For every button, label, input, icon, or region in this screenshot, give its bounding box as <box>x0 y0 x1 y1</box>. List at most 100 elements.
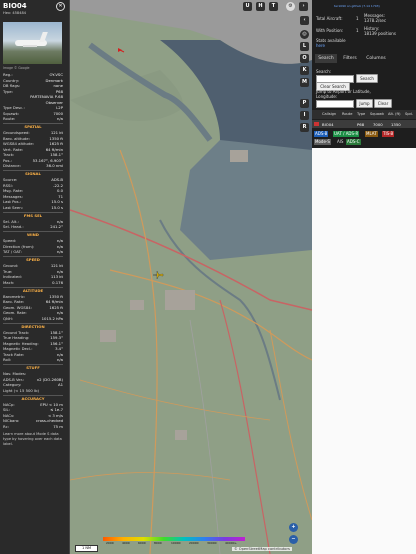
detail-value: 0.176 <box>52 279 63 285</box>
tab-search[interactable]: Search <box>315 54 337 63</box>
detail-row: Last Seen: 15.0 s <box>3 205 63 211</box>
map-attribution[interactable]: © OpenStreetMap contributors <box>232 547 292 551</box>
column-speed[interactable]: Spd. <box>405 112 413 116</box>
total-aircraft-value: 1 <box>356 16 359 21</box>
flag-icon <box>314 122 319 126</box>
map-canvas[interactable] <box>70 0 312 554</box>
selected-aircraft-marker[interactable] <box>152 270 164 280</box>
map-scale: 1 NM <box>75 545 98 552</box>
legend-uat: UAT / ADS-R <box>333 131 360 137</box>
legend-ais: AIS <box>337 139 344 144</box>
map-button-i[interactable]: I <box>300 111 309 120</box>
section-spatial[interactable]: SPATIAL <box>3 123 63 130</box>
map-button-t[interactable]: T <box>269 2 278 11</box>
column-squawk[interactable]: Squawk <box>370 112 384 116</box>
map-button-m[interactable]: M <box>300 78 309 87</box>
messages-value: 1378.2/sec <box>364 18 387 23</box>
map-button-k[interactable]: K <box>300 66 309 75</box>
version-link[interactable]: tar1090 on github (7.14 1703) <box>334 4 380 9</box>
section-speed[interactable]: SPEED <box>3 256 63 263</box>
search-button[interactable]: Search <box>356 74 378 83</box>
close-icon[interactable]: ✕ <box>56 2 65 11</box>
detail-label: QNH: <box>3 315 13 321</box>
map-button-u[interactable]: U <box>243 2 252 11</box>
toggle-sidebar-icon[interactable]: › <box>299 2 308 11</box>
colorbar-label: 10000 <box>171 541 181 545</box>
column-type[interactable]: Type <box>357 112 365 116</box>
colorbar-label: 30000 <box>207 541 217 545</box>
detail-label: Last Seen: <box>3 204 23 210</box>
jump-button[interactable]: Jump <box>356 99 373 108</box>
colorbar-label: 40000+ <box>225 541 238 545</box>
detail-label: Light (< 15 500 lb) <box>3 387 39 393</box>
row-squawk: 7000 <box>373 122 383 127</box>
stats-link[interactable]: here <box>316 43 325 48</box>
clear-button[interactable]: Clear <box>374 99 392 108</box>
detail-row: Sel. Head.: 241.2° <box>3 224 63 230</box>
colorbar-label: 8000 <box>154 541 162 545</box>
detail-value: 15.0 s <box>51 204 63 210</box>
detail-row: Mach: 0.176 <box>3 280 63 286</box>
column-route[interactable]: Route <box>342 112 352 116</box>
column-altitude[interactable]: Alt. (ft) <box>388 112 401 116</box>
detail-row: Distance: 36.0 nmi <box>3 163 63 169</box>
legend-mlat: MLAT <box>365 131 378 137</box>
tab-columns[interactable]: Columns <box>363 54 389 63</box>
column-callsign[interactable]: Callsign <box>322 112 336 116</box>
legend-modes: Mode-S <box>314 139 331 145</box>
with-position-label: With Position: <box>316 28 344 33</box>
detail-row: Light (< 15 500 lb) <box>3 388 63 394</box>
row-altitude: 1350 <box>391 122 401 127</box>
with-position-value: 1 <box>356 28 359 33</box>
section-direction[interactable]: DIRECTION <box>3 322 63 330</box>
legend-tisb: TIS-B <box>382 131 395 137</box>
image-credit: Image © Google <box>3 66 30 70</box>
aircraft-list-panel: tar1090 on github (7.14 1703) Total Airc… <box>312 0 416 554</box>
total-aircraft-label: Total Aircraft: <box>316 16 343 21</box>
airplane-icon <box>152 270 164 280</box>
section-stuff[interactable]: STUFF <box>3 364 63 371</box>
map-button-p[interactable]: P <box>300 99 309 108</box>
detail-row: TAT / OAT: n/a <box>3 249 63 255</box>
detail-value: 241.2° <box>50 224 63 229</box>
search-label: Search: <box>316 69 332 74</box>
colorbar-label: 4000 <box>122 541 130 545</box>
zoom-in-button[interactable]: + <box>289 523 298 532</box>
detail-label: Route: <box>3 116 16 121</box>
detail-row: QNH: 1015.2 hPa <box>3 316 63 322</box>
section-altitude[interactable]: ALTITUDE <box>3 286 63 294</box>
colorbar-label: 2000 <box>106 541 114 545</box>
map-button-o[interactable]: O <box>300 54 309 63</box>
tab-filters[interactable]: Filters <box>339 54 361 63</box>
detail-value: 1015.2 hPa <box>41 315 63 321</box>
map-button-r[interactable]: R <box>300 123 309 132</box>
map-button-h[interactable]: H <box>256 2 265 11</box>
detail-row: Route: n/a <box>3 116 63 122</box>
aircraft-photo <box>3 22 62 64</box>
map-button-left-arrow[interactable]: ‹ <box>300 16 309 25</box>
empty-list-area <box>312 148 416 554</box>
colorbar-label: 20000 <box>189 541 199 545</box>
zoom-out-button[interactable]: − <box>289 535 298 544</box>
jump-label: Jump to Airport or Latitude, Longitude: <box>316 89 371 99</box>
section-fms_sel[interactable]: FMS SEL <box>3 211 63 219</box>
section-accuracy[interactable]: ACCURACY <box>3 394 63 402</box>
center-icon[interactable]: ◎ <box>300 30 309 39</box>
section-signal[interactable]: SIGNAL <box>3 170 63 177</box>
detail-value: n/a <box>56 357 63 362</box>
jump-input[interactable] <box>316 100 354 108</box>
detail-label: Mach: <box>3 279 15 285</box>
footer-note: Learn more about Mode S data type by hov… <box>3 432 62 446</box>
map-button-l[interactable]: L <box>300 42 309 51</box>
detail-value: n/a <box>56 249 63 254</box>
section-wind[interactable]: WIND <box>3 231 63 238</box>
detail-label: Sel. Head.: <box>3 224 24 229</box>
detail-value: 75 m <box>53 423 63 429</box>
map-view[interactable]: U H T ⚙ › ‹ ◎ L O K M P I R + − <box>70 0 312 554</box>
row-type: P68 <box>357 122 365 127</box>
detail-row: Roll: n/a <box>3 357 63 363</box>
detail-label: Rc: <box>3 423 10 429</box>
history-value: 18139 positions <box>364 31 396 36</box>
settings-gear-icon[interactable]: ⚙ <box>286 2 295 11</box>
detail-value: 36.0 nmi <box>46 163 63 168</box>
